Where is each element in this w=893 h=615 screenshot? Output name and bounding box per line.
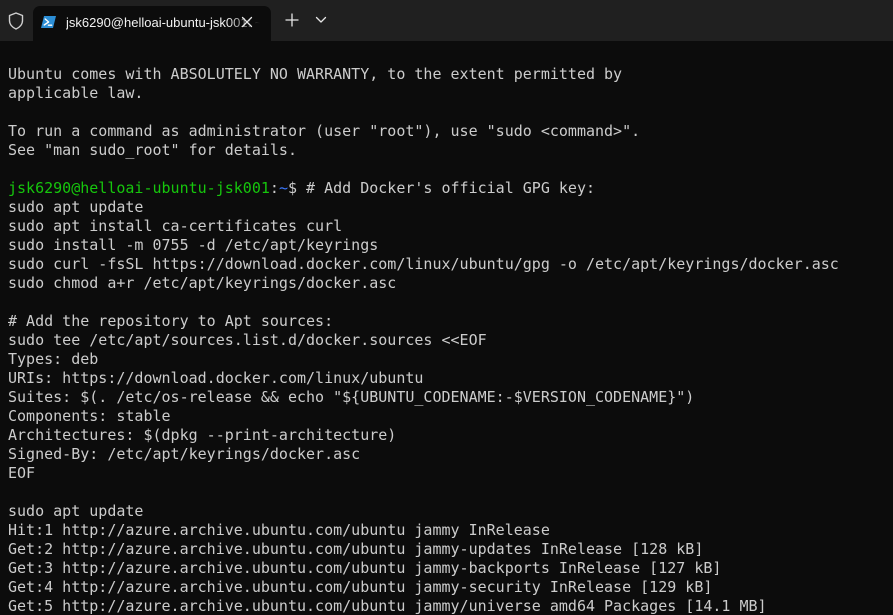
terminal-line: sudo curl -fsSL https://download.docker.… <box>8 255 839 273</box>
terminal-window: jsk6290@helloai-ubuntu-jsk001: ~ Ubuntu … <box>0 0 893 615</box>
terminal-line: Components: stable <box>8 407 171 425</box>
terminal-line: sudo apt update <box>8 502 144 520</box>
terminal-line: URIs: https://download.docker.com/linux/… <box>8 369 424 387</box>
terminal-line: sudo tee /etc/apt/sources.list.d/docker.… <box>8 331 487 349</box>
terminal-line: Get:2 http://azure.archive.ubuntu.com/ub… <box>8 540 704 558</box>
title-bar: jsk6290@helloai-ubuntu-jsk001: ~ <box>0 0 893 41</box>
terminal-line: Suites: $(. /etc/os-release && echo "${U… <box>8 388 695 406</box>
shield-icon[interactable] <box>7 12 25 30</box>
terminal-line: See "man sudo_root" for details. <box>8 141 297 159</box>
prompt-line: jsk6290@helloai-ubuntu-jsk001:~$ # Add D… <box>8 179 888 198</box>
chevron-down-icon[interactable] <box>314 13 328 27</box>
terminal-line: applicable law. <box>8 84 144 102</box>
prompt-separator: : <box>269 179 279 197</box>
terminal-output[interactable]: Ubuntu comes with ABSOLUTELY NO WARRANTY… <box>8 65 888 615</box>
terminal-line: To run a command as administrator (user … <box>8 122 641 140</box>
terminal-line: Hit:1 http://azure.archive.ubuntu.com/ub… <box>8 521 550 539</box>
prompt-user-host: jsk6290@helloai-ubuntu-jsk001 <box>8 179 270 197</box>
terminal-line: Get:3 http://azure.archive.ubuntu.com/ub… <box>8 559 722 577</box>
terminal-line: # Add the repository to Apt sources: <box>8 312 334 330</box>
terminal-line: Get:5 http://azure.archive.ubuntu.com/ub… <box>8 597 767 615</box>
tab-title: jsk6290@helloai-ubuntu-jsk001: ~ <box>66 14 266 31</box>
terminal-line: Ubuntu comes with ABSOLUTELY NO WARRANTY… <box>8 65 623 83</box>
prompt-path: ~ <box>278 179 288 197</box>
powershell-icon <box>41 15 56 29</box>
close-icon[interactable] <box>240 15 254 29</box>
terminal-line: sudo install -m 0755 -d /etc/apt/keyring… <box>8 236 379 254</box>
terminal-line: Types: deb <box>8 350 99 368</box>
terminal-line: sudo apt install ca-certificates curl <box>8 217 343 235</box>
tab-terminal[interactable]: jsk6290@helloai-ubuntu-jsk001: ~ <box>33 6 271 41</box>
terminal-line: sudo apt update <box>8 198 144 216</box>
plus-icon[interactable] <box>284 12 300 28</box>
terminal-line: Architectures: $(dpkg --print-architectu… <box>8 426 397 444</box>
terminal-line: Get:4 http://azure.archive.ubuntu.com/ub… <box>8 578 713 596</box>
terminal-line: EOF <box>8 464 36 482</box>
prompt-command: # Add Docker's official GPG key: <box>306 179 596 197</box>
prompt-symbol: $ <box>287 179 307 197</box>
terminal-line: sudo chmod a+r /etc/apt/keyrings/docker.… <box>8 274 397 292</box>
terminal-line: Signed-By: /etc/apt/keyrings/docker.asc <box>8 445 361 463</box>
